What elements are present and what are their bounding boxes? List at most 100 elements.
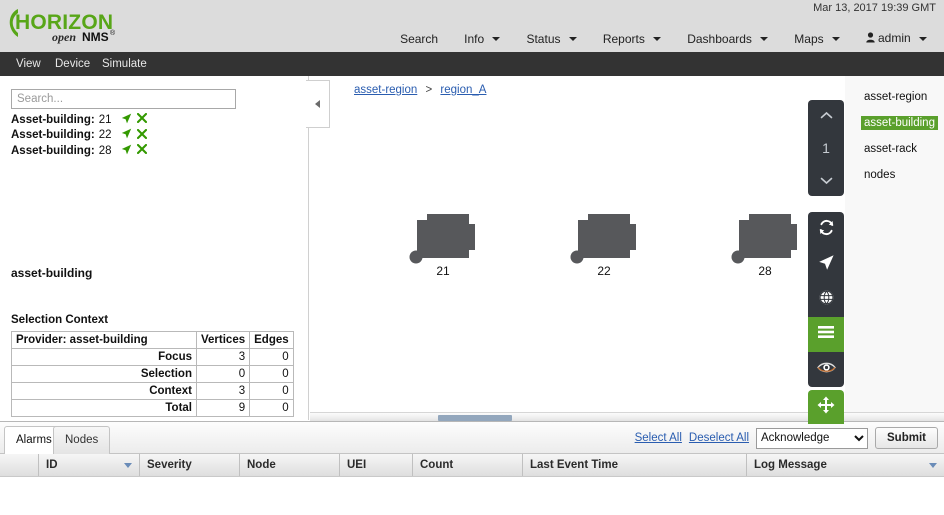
row-edges-selection: 0	[249, 365, 294, 383]
column-header-checkbox[interactable]	[0, 454, 39, 476]
nav-item-status[interactable]: Status	[513, 28, 589, 50]
nav-item-reports[interactable]: Reports	[590, 28, 674, 50]
chevron-down-icon	[492, 37, 501, 42]
nav-label-search: Search	[400, 31, 439, 46]
center-selection-button[interactable]	[808, 247, 844, 282]
breadcrumb-link-region-a[interactable]: region_A	[440, 84, 486, 96]
bottom-grid-panel: Alarms Nodes Select All Deselect All Ack…	[0, 421, 944, 515]
close-x-icon[interactable]	[136, 113, 147, 126]
layer-item-nodes[interactable]: nodes	[861, 168, 898, 182]
layer-label: asset-building	[864, 117, 935, 129]
topology-node-21[interactable]: 21	[409, 206, 477, 280]
move-arrows-icon	[817, 396, 835, 419]
column-header-severity[interactable]: Severity	[140, 454, 240, 476]
column-header-node[interactable]: Node	[240, 454, 340, 476]
deselect-all-link[interactable]: Deselect All	[689, 432, 749, 444]
column-header-edges: Edges	[249, 331, 294, 349]
topology-node-28[interactable]: 28	[731, 206, 799, 280]
column-label-id: ID	[46, 459, 58, 471]
collapse-left-panel-button[interactable]	[306, 80, 330, 128]
focus-list-item[interactable]: Asset-building: 21	[11, 112, 291, 128]
chevron-down-icon	[653, 37, 662, 42]
nav-item-search[interactable]: Search	[387, 28, 451, 50]
pan-tool-button[interactable]	[808, 390, 844, 424]
close-x-icon[interactable]	[136, 144, 147, 157]
geo-map-button[interactable]	[808, 282, 844, 317]
column-label-count: Count	[420, 459, 454, 471]
layer-item-asset-region[interactable]: asset-region	[861, 90, 930, 104]
node-label: 22	[597, 264, 611, 278]
selection-context-title: Selection Context	[11, 314, 109, 326]
breadcrumb-link-asset-region[interactable]: asset-region	[354, 84, 417, 96]
focus-vertices-list: Asset-building: 21 Asset-building: 22 As…	[11, 112, 291, 159]
row-label-selection: Selection	[11, 365, 197, 383]
node-label: 21	[436, 264, 450, 278]
search-input[interactable]	[11, 89, 236, 109]
focus-item-value: 21	[98, 113, 112, 126]
column-header-id[interactable]: ID	[39, 454, 140, 476]
breadcrumb: asset-region > region_A	[354, 84, 486, 96]
column-header-last-event-time[interactable]: Last Event Time	[523, 454, 747, 476]
submit-button[interactable]: Submit	[875, 427, 938, 449]
navigation-arrow-icon[interactable]	[121, 144, 132, 158]
alarms-grid-body	[0, 476, 944, 515]
focus-list-item[interactable]: Asset-building: 22	[11, 128, 291, 144]
topology-node-22[interactable]: 22	[570, 206, 638, 280]
main-navigation: Search Info Status Reports Dashboards Ma…	[387, 27, 940, 50]
row-label-total: Total	[11, 399, 197, 417]
nav-label-maps: Maps	[794, 31, 824, 46]
nav-item-info[interactable]: Info	[451, 28, 513, 50]
acknowledge-select[interactable]: Acknowledge	[756, 427, 869, 449]
column-label-log-message: Log Message	[754, 459, 827, 471]
tab-label-nodes: Nodes	[65, 434, 99, 446]
column-header-provider: Provider: asset-building	[11, 331, 197, 349]
submenu-item-simulate[interactable]: Simulate	[92, 52, 157, 76]
nav-item-maps[interactable]: Maps	[781, 28, 853, 50]
column-header-count[interactable]: Count	[413, 454, 523, 476]
alarm-action-bar: Select All Deselect All Acknowledge Subm…	[635, 427, 938, 449]
column-header-vertices: Vertices	[195, 331, 251, 349]
select-all-link[interactable]: Select All	[635, 432, 682, 444]
layer-selector-list: asset-region asset-building asset-rack n…	[845, 76, 944, 420]
submenu-label-device: Device	[55, 58, 91, 70]
submenu-item-view[interactable]: View	[6, 52, 51, 76]
layer-label: asset-rack	[864, 143, 918, 155]
focus-item-label: Asset-building:	[11, 113, 95, 126]
navigation-arrow-icon[interactable]	[121, 128, 132, 142]
chevron-down-icon	[831, 37, 840, 42]
zoom-level-value: 1	[822, 140, 830, 156]
app-header: HORIZON open NMS ® Mar 13, 2017 19:39 GM…	[0, 0, 944, 52]
layer-item-asset-rack[interactable]: asset-rack	[861, 142, 920, 156]
nav-item-dashboards[interactable]: Dashboards	[674, 28, 781, 50]
row-vertices-total: 9	[195, 399, 251, 417]
node-label: 28	[758, 264, 772, 278]
svg-text:open: open	[52, 30, 76, 44]
zoom-out-button[interactable]	[808, 174, 844, 187]
row-label-context: Context	[11, 382, 197, 400]
layer-item-asset-building[interactable]: asset-building	[861, 116, 938, 130]
zoom-control-group: 1	[808, 100, 844, 196]
current-datetime: Mar 13, 2017 19:39 GMT	[813, 2, 936, 14]
svg-text:NMS: NMS	[82, 30, 109, 44]
toggle-visibility-button[interactable]	[808, 352, 844, 387]
row-vertices-focus: 3	[195, 348, 251, 366]
tab-nodes[interactable]: Nodes	[53, 426, 111, 454]
breadcrumb-separator: >	[425, 84, 433, 96]
column-header-uei[interactable]: UEI	[340, 454, 413, 476]
refresh-button[interactable]	[808, 212, 844, 247]
row-label-focus: Focus	[11, 348, 197, 366]
toggle-panel-button[interactable]	[808, 317, 844, 352]
column-label-uei: UEI	[347, 459, 367, 471]
row-vertices-selection: 0	[195, 365, 251, 383]
hamburger-menu-icon	[817, 325, 835, 344]
column-menu-icon[interactable]	[929, 463, 937, 468]
navigation-arrow-icon[interactable]	[121, 113, 132, 127]
refresh-icon	[818, 219, 835, 241]
nav-item-user-admin[interactable]: admin	[853, 27, 940, 50]
horizontal-splitter[interactable]	[310, 412, 944, 421]
row-edges-total: 0	[249, 399, 294, 417]
focus-list-item[interactable]: Asset-building: 28	[11, 143, 291, 159]
zoom-in-button[interactable]	[808, 109, 844, 122]
column-header-log-message[interactable]: Log Message	[747, 454, 944, 476]
close-x-icon[interactable]	[136, 128, 147, 142]
